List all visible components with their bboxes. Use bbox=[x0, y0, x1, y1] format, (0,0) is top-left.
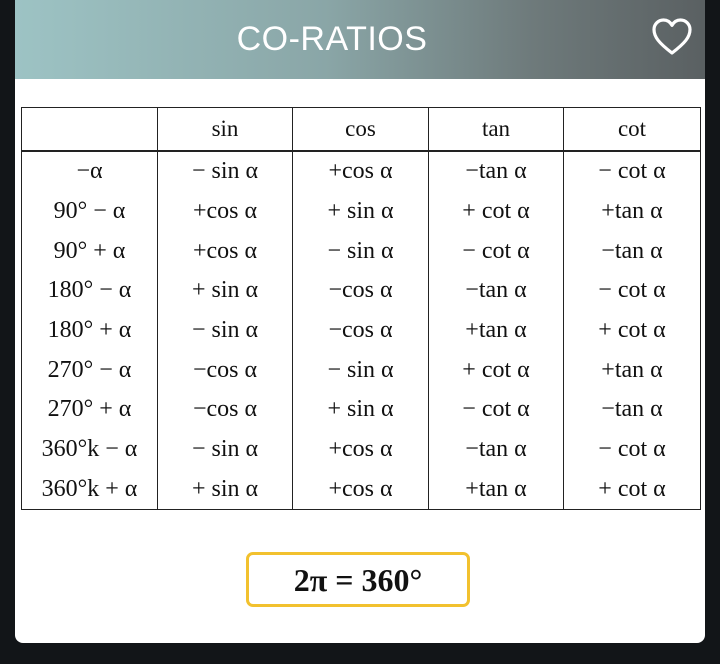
favorite-button[interactable] bbox=[651, 17, 693, 57]
ratio-cell: +tan α bbox=[563, 191, 701, 232]
table-row: 180° + α − sin α −cos α +tan α + cot α bbox=[21, 310, 701, 351]
header-bar: CO-RATIOS bbox=[15, 0, 705, 79]
table-row: 270° + α −cos α + sin α − cot α −tan α bbox=[21, 390, 701, 430]
angle-cell: 270° + α bbox=[21, 390, 158, 430]
ratio-cell: − cot α bbox=[563, 151, 701, 192]
angle-cell: 180° − α bbox=[21, 271, 158, 311]
ratio-cell: + cot α bbox=[563, 469, 701, 511]
ratio-cell: −tan α bbox=[428, 151, 564, 192]
ratio-cell: + cot α bbox=[428, 191, 564, 232]
angle-cell: 360°k − α bbox=[21, 429, 158, 470]
ratio-cell: +tan α bbox=[563, 350, 701, 391]
ratio-cell: −cos α bbox=[157, 350, 293, 391]
ratio-cell: −cos α bbox=[292, 310, 429, 351]
angle-cell: −α bbox=[21, 151, 158, 192]
column-header bbox=[21, 107, 158, 152]
angle-cell: 90° − α bbox=[21, 191, 158, 232]
column-header: sin bbox=[157, 107, 293, 152]
ratio-cell: −cos α bbox=[292, 271, 429, 311]
angle-cell: 180° + α bbox=[21, 310, 158, 351]
ratio-cell: − sin α bbox=[157, 151, 293, 192]
ratio-cell: +cos α bbox=[292, 429, 429, 470]
column-header: tan bbox=[428, 107, 564, 152]
ratio-cell: +tan α bbox=[428, 310, 564, 351]
ratio-cell: − cot α bbox=[563, 271, 701, 311]
angle-cell: 90° + α bbox=[21, 231, 158, 272]
ratio-cell: +cos α bbox=[292, 151, 429, 192]
ratio-cell: − sin α bbox=[157, 310, 293, 351]
table-row: 360°k − α − sin α +cos α −tan α − cot α bbox=[21, 429, 701, 470]
column-header: cot bbox=[563, 107, 701, 152]
ratio-cell: − cot α bbox=[563, 429, 701, 470]
ratio-cell: − sin α bbox=[292, 231, 429, 272]
ratio-cell: +cos α bbox=[157, 191, 293, 232]
ratio-cell: + cot α bbox=[428, 350, 564, 391]
table-row: 270° − α −cos α − sin α + cot α +tan α bbox=[21, 350, 701, 391]
table-body: −α − sin α +cos α −tan α − cot α 90° − α +cos … bbox=[21, 151, 701, 511]
ratio-cell: + sin α bbox=[157, 469, 293, 511]
table-row: 90° + α +cos α − sin α − cot α −tan α bbox=[21, 231, 701, 272]
ratio-cell: + sin α bbox=[292, 390, 429, 430]
ratio-cell: −tan α bbox=[428, 271, 564, 311]
table-row: 180° − α + sin α −cos α −tan α − cot α bbox=[21, 271, 701, 311]
column-header: cos bbox=[292, 107, 429, 152]
ratio-cell: + sin α bbox=[157, 271, 293, 311]
page-title: CO-RATIOS bbox=[236, 20, 428, 58]
table-row: 90° − α +cos α + sin α + cot α +tan α bbox=[21, 191, 701, 232]
ratio-cell: −cos α bbox=[157, 390, 293, 430]
ratio-cell: +cos α bbox=[157, 231, 293, 272]
co-ratios-card: CO-RATIOS sin cos tan cot −α − sin α +cos … bbox=[15, 0, 705, 643]
ratio-cell: −tan α bbox=[563, 390, 701, 430]
ratio-cell: +tan α bbox=[428, 469, 564, 511]
ratio-cell: − sin α bbox=[292, 350, 429, 391]
ratio-cell: + sin α bbox=[292, 191, 429, 232]
formula-box: 2π = 360° bbox=[246, 552, 470, 607]
ratio-cell: − cot α bbox=[428, 231, 564, 272]
heart-outline-icon bbox=[652, 18, 692, 55]
angle-cell: 270° − α bbox=[21, 350, 158, 391]
table-row: 360°k + α + sin α +cos α +tan α + cot α bbox=[21, 469, 701, 511]
table-header-row: sin cos tan cot bbox=[21, 107, 701, 152]
ratio-cell: − sin α bbox=[157, 429, 293, 470]
ratio-cell: −tan α bbox=[563, 231, 701, 272]
ratio-cell: + cot α bbox=[563, 310, 701, 351]
ratio-cell: − cot α bbox=[428, 390, 564, 430]
angle-cell: 360°k + α bbox=[21, 469, 158, 511]
ratio-cell: +cos α bbox=[292, 469, 429, 511]
ratio-cell: −tan α bbox=[428, 429, 564, 470]
table-row: −α − sin α +cos α −tan α − cot α bbox=[21, 151, 701, 192]
co-ratios-table: sin cos tan cot −α − sin α +cos α −tan α − c… bbox=[21, 107, 701, 511]
